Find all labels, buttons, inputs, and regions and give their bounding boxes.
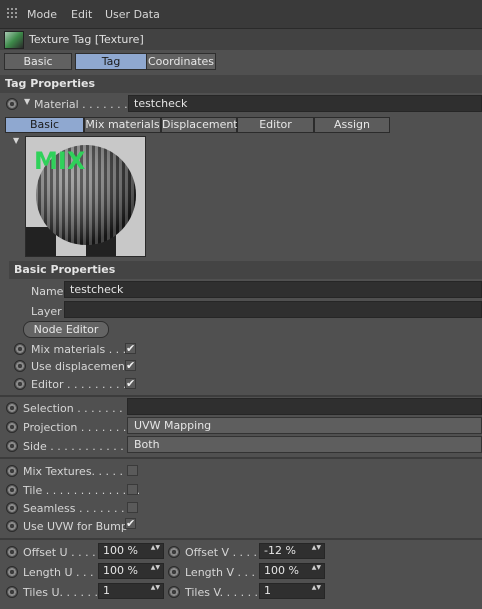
offset-u-field[interactable]: 100 % ▲▼ [98,543,164,559]
tile-checkbox[interactable] [127,484,138,495]
tiles-u-radio[interactable] [6,586,18,598]
uvw-bump-radio[interactable] [6,520,18,532]
material-preview: MIX [25,136,146,257]
length-v-field[interactable]: 100 % ▲▼ [259,563,325,579]
editor-radio[interactable] [14,378,26,390]
mix-materials-checkbox[interactable]: ✔ [125,343,136,354]
tiles-v-radio[interactable] [168,586,180,598]
selection-field[interactable] [127,398,482,415]
length-v-value: 100 % [264,564,299,577]
tiles-u-label: Tiles U. . . . . . [23,586,99,599]
stepper-arrows-icon[interactable]: ▲▼ [312,585,321,591]
use-displacement-checkbox[interactable]: ✔ [125,360,136,371]
seamless-label: Seamless . . . . . . . . [23,502,132,515]
side-dropdown[interactable]: Both [127,436,482,453]
use-displacement-label: Use displacement [31,360,130,373]
offset-u-label: Offset U . . . . [23,546,96,559]
selection-label: Selection . . . . . . . . [23,402,130,415]
layer-label: Layer [31,305,62,318]
uvw-bump-checkbox[interactable]: ✔ [125,518,136,529]
side-label: Side . . . . . . . . . . . . [23,440,131,453]
tiles-v-field[interactable]: 1 ▲▼ [259,583,325,599]
tiles-v-label: Tiles V. . . . . . [185,586,259,599]
uvw-bump-label: Use UVW for Bump [23,520,128,533]
offset-v-label: Offset V . . . . [185,546,258,559]
editor-label: Editor . . . . . . . . . . [31,378,134,391]
editor-checkbox[interactable]: ✔ [125,378,136,389]
subtab-basic[interactable]: Basic [5,117,84,133]
mix-materials-label: Mix materials . . . . [31,343,134,356]
subtab-displacement[interactable]: Displacement [161,117,238,133]
projection-label: Projection . . . . . . . [23,421,127,434]
divider [0,457,482,459]
name-label: Name [31,285,64,298]
offset-u-value: 100 % [103,544,138,557]
stepper-arrows-icon[interactable]: ▲▼ [312,565,321,571]
preview-arrow-icon[interactable]: ▼ [13,136,19,145]
divider [0,538,482,540]
material-label: Material . . . . . . . [34,98,128,111]
length-u-value: 100 % [103,564,138,577]
mix-textures-checkbox[interactable] [127,465,138,476]
tile-radio[interactable] [6,484,18,496]
grip-icon[interactable] [7,8,19,20]
stepper-arrows-icon[interactable]: ▲▼ [151,565,160,571]
tab-coordinates[interactable]: Coordinates [146,53,216,70]
menu-mode[interactable]: Mode [27,8,57,21]
stepper-arrows-icon[interactable]: ▲▼ [312,545,321,551]
tab-tag[interactable]: Tag [75,53,147,70]
node-editor-button[interactable]: Node Editor [23,321,109,338]
layer-field[interactable] [64,301,482,318]
tag-title: Texture Tag [Texture] [29,33,144,46]
tiles-v-value: 1 [264,584,271,597]
use-displacement-radio[interactable] [14,360,26,372]
seamless-radio[interactable] [6,502,18,514]
offset-v-value: -12 % [264,544,296,557]
stepper-arrows-icon[interactable]: ▲▼ [151,585,160,591]
texture-tag-icon [4,31,24,49]
offset-u-radio[interactable] [6,546,18,558]
offset-v-field[interactable]: -12 % ▲▼ [259,543,325,559]
menubar: Mode Edit User Data [0,0,482,29]
divider [0,395,482,397]
length-u-field[interactable]: 100 % ▲▼ [98,563,164,579]
length-u-radio[interactable] [6,566,18,578]
mix-materials-radio[interactable] [14,343,26,355]
stepper-arrows-icon[interactable]: ▲▼ [151,545,160,551]
menu-edit[interactable]: Edit [71,8,92,21]
selection-radio[interactable] [6,402,18,414]
side-radio[interactable] [6,440,18,452]
mix-textures-radio[interactable] [6,465,18,477]
projection-dropdown[interactable]: UVW Mapping [127,417,482,434]
subtab-assign[interactable]: Assign [314,117,390,133]
subtab-editor[interactable]: Editor [237,117,314,133]
mix-textures-label: Mix Textures. . . . . . [23,465,131,478]
material-animate-radio[interactable] [6,98,18,110]
material-field[interactable]: testcheck [128,95,482,112]
projection-radio[interactable] [6,421,18,433]
length-v-label: Length V . . . . [185,566,262,579]
length-u-label: Length U . . . . [23,566,101,579]
material-preview-sphere-icon: MIX [26,137,145,256]
length-v-radio[interactable] [168,566,180,578]
name-field[interactable]: testcheck [64,281,482,298]
tiles-u-value: 1 [103,584,110,597]
svg-text:MIX: MIX [34,147,86,175]
section-tag-properties: Tag Properties [0,75,482,93]
section-basic-properties: Basic Properties [9,261,482,279]
offset-v-radio[interactable] [168,546,180,558]
tile-label: Tile . . . . . . . . . . . . . . [23,484,141,497]
tab-basic[interactable]: Basic [4,53,72,70]
seamless-checkbox[interactable] [127,502,138,513]
subtab-mix-materials[interactable]: Mix materials [84,117,161,133]
menu-user-data[interactable]: User Data [105,8,160,21]
tiles-u-field[interactable]: 1 ▲▼ [98,583,164,599]
collapse-arrow-icon[interactable]: ▼ [24,97,30,106]
